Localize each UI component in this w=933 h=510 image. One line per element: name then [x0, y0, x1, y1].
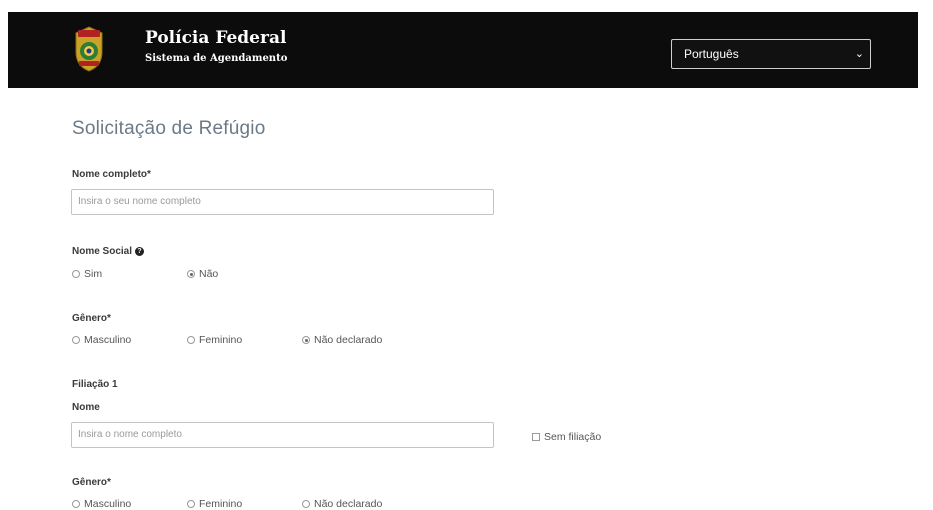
radio-label: Masculino — [84, 334, 132, 346]
info-icon[interactable]: ? — [135, 247, 145, 256]
affiliation1-gender-radio-feminino[interactable]: Feminino — [187, 498, 242, 510]
checkbox-icon — [532, 433, 540, 441]
social-name-radio-sim[interactable]: Sim — [72, 268, 102, 280]
radio-label: Feminino — [199, 498, 243, 510]
affiliation1-name-input[interactable]: Insira o nome completo — [71, 422, 494, 448]
affiliation1-gender-label: Gênero* — [72, 477, 111, 488]
social-name-label: Nome Social? — [72, 246, 145, 257]
affiliation1-gender-radio-masculino[interactable]: Masculino — [72, 498, 131, 510]
affiliation1-section-label: Filiação 1 — [72, 379, 118, 390]
language-select[interactable]: Português ⌄ — [671, 39, 871, 69]
social-name-radio-nao[interactable]: Não — [187, 268, 218, 280]
radio-label: Não — [199, 268, 219, 280]
top-header: Polícia Federal Sistema de Agendamento P… — [8, 12, 918, 88]
chevron-down-icon: ⌄ — [854, 48, 864, 60]
affiliation1-name-label: Nome — [72, 402, 100, 413]
radio-selected-icon — [302, 336, 310, 344]
radio-icon — [72, 336, 80, 344]
gender-label: Gênero* — [72, 313, 111, 324]
brand-subtitle: Sistema de Agendamento — [145, 53, 288, 64]
radio-icon — [72, 500, 80, 508]
radio-label: Não declarado — [314, 498, 383, 510]
radio-label: Feminino — [199, 334, 243, 346]
radio-label: Sim — [84, 268, 103, 280]
gender-radio-masculino[interactable]: Masculino — [72, 334, 131, 346]
radio-icon — [187, 500, 195, 508]
language-select-value: Português — [684, 47, 739, 61]
radio-icon — [187, 336, 195, 344]
no-affiliation-checkbox[interactable]: Sem filiação — [532, 431, 601, 443]
brand-title: Polícia Federal — [145, 28, 287, 48]
police-badge-logo — [75, 26, 103, 72]
affiliation1-gender-radio-nao-declarado[interactable]: Não declarado — [302, 498, 382, 510]
radio-icon — [302, 500, 310, 508]
checkbox-label: Sem filiação — [544, 431, 602, 443]
page-title: Solicitação de Refúgio — [72, 118, 266, 139]
social-name-label-text: Nome Social — [72, 246, 133, 257]
radio-label: Masculino — [84, 498, 132, 510]
gender-radio-feminino[interactable]: Feminino — [187, 334, 242, 346]
full-name-input[interactable]: Insira o seu nome completo — [71, 189, 494, 215]
full-name-label: Nome completo* — [72, 169, 151, 180]
radio-label: Não declarado — [314, 334, 383, 346]
radio-icon — [72, 270, 80, 278]
gender-radio-nao-declarado[interactable]: Não declarado — [302, 334, 382, 346]
radio-selected-icon — [187, 270, 195, 278]
